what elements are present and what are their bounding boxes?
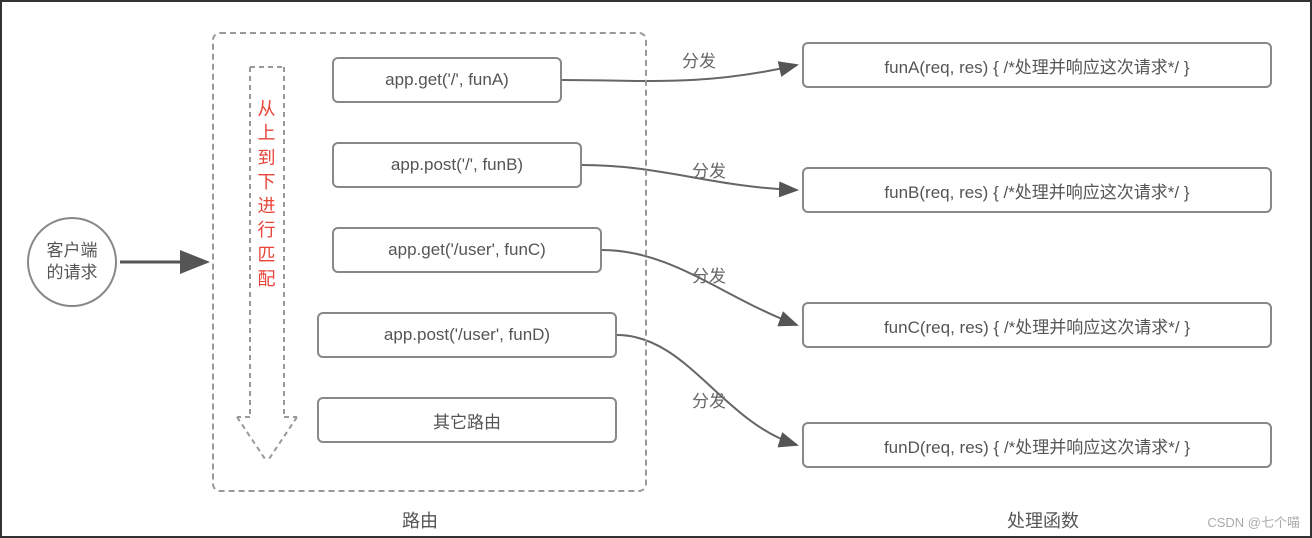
dispatch-label-3: 分发	[692, 262, 726, 287]
route-item-post-user: app.post('/user', funD)	[317, 312, 617, 358]
dispatch-label-1: 分发	[682, 47, 716, 72]
handler-funC: funC(req, res) { /*处理并响应这次请求*/ }	[802, 302, 1272, 348]
handler-funB: funB(req, res) { /*处理并响应这次请求*/ }	[802, 167, 1272, 213]
route-item-post-root: app.post('/', funB)	[332, 142, 582, 188]
route-item-other: 其它路由	[317, 397, 617, 443]
client-label: 客户端 的请求	[47, 240, 98, 284]
handler-funD: funD(req, res) { /*处理并响应这次请求*/ }	[802, 422, 1272, 468]
section-label-route: 路由	[402, 507, 438, 533]
route-item-get-user: app.get('/user', funC)	[332, 227, 602, 273]
section-label-handler: 处理函数	[1007, 507, 1079, 533]
dispatch-label-2: 分发	[692, 157, 726, 182]
down-arrow-icon	[232, 57, 302, 477]
handler-funA: funA(req, res) { /*处理并响应这次请求*/ }	[802, 42, 1272, 88]
dispatch-label-4: 分发	[692, 387, 726, 412]
route-item-get-root: app.get('/', funA)	[332, 57, 562, 103]
watermark: CSDN @七个喵	[1207, 512, 1300, 531]
client-request-node: 客户端 的请求	[27, 217, 117, 307]
